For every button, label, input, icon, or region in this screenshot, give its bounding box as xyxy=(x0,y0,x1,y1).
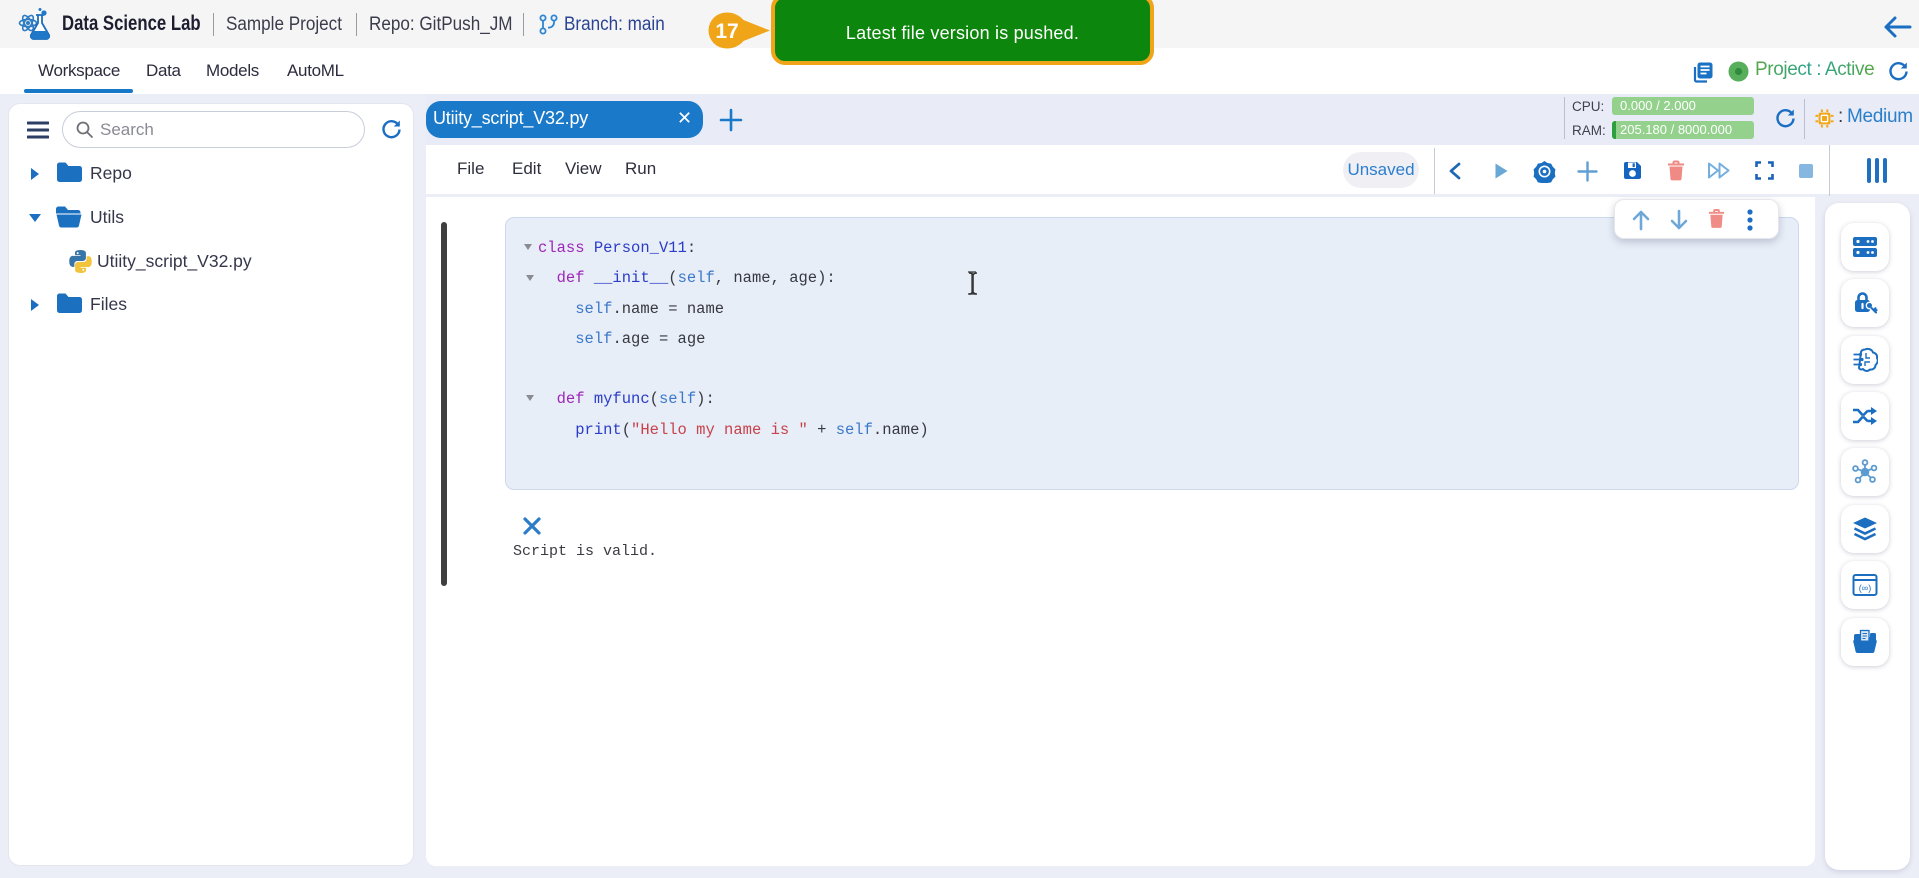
svg-text:(∞): (∞) xyxy=(1859,583,1871,593)
svg-text:17: 17 xyxy=(715,20,738,43)
